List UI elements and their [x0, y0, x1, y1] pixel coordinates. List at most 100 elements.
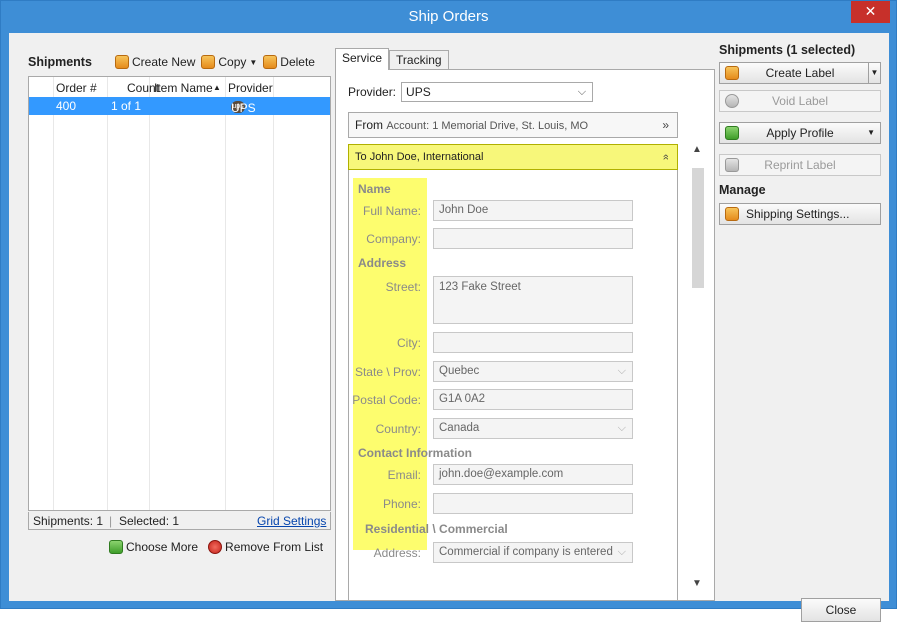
state-label: State \ Prov:: [354, 365, 421, 379]
from-label: From: [355, 118, 383, 132]
provider-select[interactable]: UPS ⌵: [401, 82, 594, 102]
company-field[interactable]: [433, 228, 633, 249]
void-label-button[interactable]: Void Label: [719, 90, 881, 112]
client-area: Shipments Create New Copy ▼ Delete Order…: [9, 33, 889, 622]
chevron-down-icon: ⌵: [617, 422, 626, 434]
choose-more-label: Choose More: [126, 540, 199, 554]
create-label-dropdown-icon[interactable]: ▼: [868, 63, 880, 83]
plus-icon: [109, 540, 123, 554]
cell-order: 400: [56, 99, 77, 113]
email-label: Email:: [387, 468, 421, 482]
shipping-settings-text: Shipping Settings...: [746, 207, 850, 221]
manage-title: Manage: [719, 183, 766, 197]
reprint-label-button[interactable]: Reprint Label: [719, 154, 881, 176]
postal-field[interactable]: G1A 0A2: [433, 389, 633, 410]
provider-label: Provider:: [348, 85, 397, 99]
scroll-down-icon[interactable]: ▼: [692, 578, 702, 589]
address-type-select[interactable]: Commercial if company is entered ⌵: [433, 542, 633, 563]
remove-from-list-button[interactable]: Remove From List: [208, 540, 323, 554]
expand-icon: »: [662, 118, 669, 132]
create-new-button[interactable]: Create New: [115, 55, 195, 69]
grid-status-bar: Shipments: 1 | Selected: 1 Grid Settings: [28, 512, 331, 530]
shipments-count: Shipments: 1: [33, 514, 104, 528]
column-item-name[interactable]: Item Name: [154, 81, 213, 95]
scroll-up-icon[interactable]: ▲: [692, 144, 702, 155]
shipment-details-scroll: From Account: 1 Memorial Drive, St. Loui…: [348, 112, 683, 600]
ship-orders-window: Ship Orders ✕ Shipments Create New Copy …: [0, 0, 897, 622]
to-section-body: Name Full Name: John Doe Company: Addres…: [348, 170, 678, 600]
delete-button[interactable]: Delete: [263, 55, 315, 69]
state-value: Quebec: [439, 365, 480, 377]
to-summary: John Doe, International: [369, 151, 484, 163]
to-label: To: [355, 151, 367, 163]
from-section-header[interactable]: From Account: 1 Memorial Drive, St. Loui…: [348, 112, 678, 138]
remove-icon: [208, 540, 223, 554]
window-close-button[interactable]: ✕: [851, 1, 890, 23]
close-button[interactable]: Close: [801, 598, 881, 622]
status-separator: |: [109, 514, 113, 528]
full-name-field[interactable]: John Doe: [433, 200, 633, 221]
shipping-settings-button[interactable]: Shipping Settings...: [719, 203, 881, 225]
city-label: City:: [397, 336, 421, 350]
address-type-value: Commercial if company is entered: [439, 546, 613, 558]
shipments-title: Shipments: [28, 55, 92, 69]
to-section-header[interactable]: To John Doe, International »: [348, 144, 678, 170]
country-select[interactable]: Canada ⌵: [433, 418, 633, 439]
cell-count: 1 of 1: [111, 99, 142, 113]
grid-divider: [107, 77, 108, 510]
provider-value: UPS: [406, 85, 431, 99]
street-label: Street:: [385, 280, 421, 294]
selected-count: Selected: 1: [119, 514, 180, 528]
apply-profile-button[interactable]: Apply Profile ▼: [719, 122, 881, 144]
create-label-text: Create Label: [765, 66, 835, 80]
grid-header: Order # Count Item Name ▲ Provider: [29, 77, 330, 99]
table-row[interactable]: 400 1 of 1 ups UPS: [29, 97, 330, 115]
state-select[interactable]: Quebec ⌵: [433, 361, 633, 382]
street-field[interactable]: 123 Fake Street: [433, 276, 633, 324]
scrollbar-thumb[interactable]: [692, 168, 704, 288]
shipments-grid[interactable]: Order # Count Item Name ▲ Provider 400 1…: [28, 76, 331, 511]
details-scrollbar[interactable]: ▲ ▼: [690, 144, 706, 598]
country-label: Country:: [375, 422, 421, 436]
apply-profile-text: Apply Profile: [766, 126, 834, 140]
chevron-down-icon: ⌵: [577, 86, 587, 98]
country-value: Canada: [439, 422, 480, 434]
window-title: Ship Orders: [408, 8, 489, 25]
tab-service[interactable]: Service: [335, 48, 390, 70]
phone-field[interactable]: [433, 493, 633, 514]
email-field[interactable]: john.doe@example.com: [433, 464, 633, 485]
provider-row: Provider: UPS ⌵: [348, 82, 594, 102]
address-group-label: Address: [358, 256, 407, 270]
postal-label: Postal Code:: [352, 393, 421, 407]
create-new-icon: [115, 55, 129, 69]
choose-more-button[interactable]: Choose More: [109, 540, 198, 554]
address-type-label: Address:: [373, 546, 421, 560]
choose-bar: Choose More Remove From List: [109, 540, 323, 554]
name-group-label: Name: [358, 182, 391, 196]
apply-profile-dropdown-icon: ▼: [867, 128, 875, 137]
grid-divider: [53, 77, 54, 510]
reprint-label-text: Reprint Label: [764, 158, 836, 172]
create-new-label: Create New: [132, 55, 196, 69]
copy-icon: [201, 55, 216, 69]
service-panel: Provider: UPS ⌵ From Account: 1 Memorial…: [335, 69, 715, 601]
column-provider[interactable]: Provider: [228, 81, 273, 95]
printer-icon: [725, 158, 739, 172]
residential-group-label: Residential \ Commercial: [365, 522, 508, 536]
create-label-button[interactable]: Create Label ▼: [719, 62, 881, 84]
delete-label: Delete: [280, 55, 315, 69]
shipments-toolbar: Create New Copy ▼ Delete: [115, 51, 315, 73]
chevron-down-icon: ⌵: [617, 365, 626, 377]
sort-ascending-icon: ▲: [213, 83, 221, 92]
column-order[interactable]: Order #: [56, 81, 97, 95]
grid-settings-link[interactable]: Grid Settings: [257, 514, 326, 528]
apply-profile-icon: [725, 126, 739, 140]
tab-tracking[interactable]: Tracking: [389, 50, 449, 70]
phone-label: Phone:: [382, 497, 421, 511]
grid-divider: [149, 77, 150, 510]
copy-button[interactable]: Copy ▼: [201, 55, 257, 69]
contact-group-label: Contact Information: [358, 446, 472, 460]
remove-from-list-label: Remove From List: [225, 540, 324, 554]
full-name-label: Full Name:: [362, 204, 421, 218]
city-field[interactable]: [433, 332, 633, 353]
